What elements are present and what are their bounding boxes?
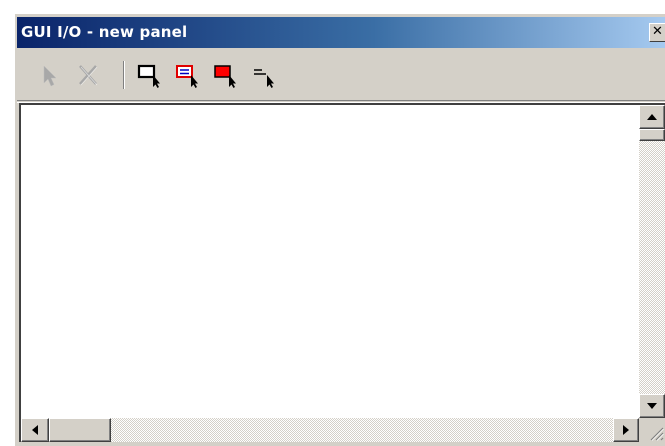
close-icon: ✕ [652, 24, 663, 39]
resize-grip[interactable] [639, 418, 665, 442]
gui-io-panel-window: GUI I/O - new panel ✕ [14, 13, 665, 446]
add-filled-box-icon [214, 65, 236, 88]
arrow-left-icon [32, 425, 38, 435]
arrow-down-icon [647, 403, 657, 409]
resize-grip-icon [650, 427, 664, 441]
scroll-left-button[interactable] [21, 418, 49, 442]
add-frame-button[interactable] [135, 60, 165, 90]
horizontal-scroll-thumb[interactable] [49, 418, 111, 442]
delete-icon [79, 65, 98, 86]
horizontal-scrollbar[interactable] [21, 418, 639, 442]
add-frame-icon [137, 64, 160, 88]
add-label-icon [254, 69, 274, 88]
vertical-scroll-thumb[interactable] [639, 129, 665, 141]
arrow-up-icon [647, 114, 657, 120]
panel-canvas[interactable] [21, 105, 639, 418]
vertical-scrollbar[interactable] [639, 105, 665, 418]
panel-canvas-frame [19, 103, 665, 442]
window-title: GUI I/O - new panel [21, 23, 188, 41]
add-label-button[interactable] [249, 60, 279, 90]
select-pointer-icon [43, 65, 57, 87]
close-button[interactable]: ✕ [649, 23, 665, 42]
scroll-down-button[interactable] [639, 394, 665, 418]
toolbar [17, 50, 665, 98]
arrow-right-icon [623, 425, 629, 435]
scroll-up-button[interactable] [639, 105, 665, 129]
add-filled-box-button[interactable] [211, 60, 241, 90]
scroll-right-button[interactable] [613, 418, 639, 442]
add-textbox-icon [176, 65, 198, 88]
toolbar-separator [123, 61, 125, 89]
add-textbox-button[interactable] [173, 60, 203, 90]
select-pointer-button[interactable] [35, 60, 65, 90]
title-bar[interactable]: GUI I/O - new panel ✕ [17, 17, 665, 48]
delete-button[interactable] [73, 60, 103, 90]
